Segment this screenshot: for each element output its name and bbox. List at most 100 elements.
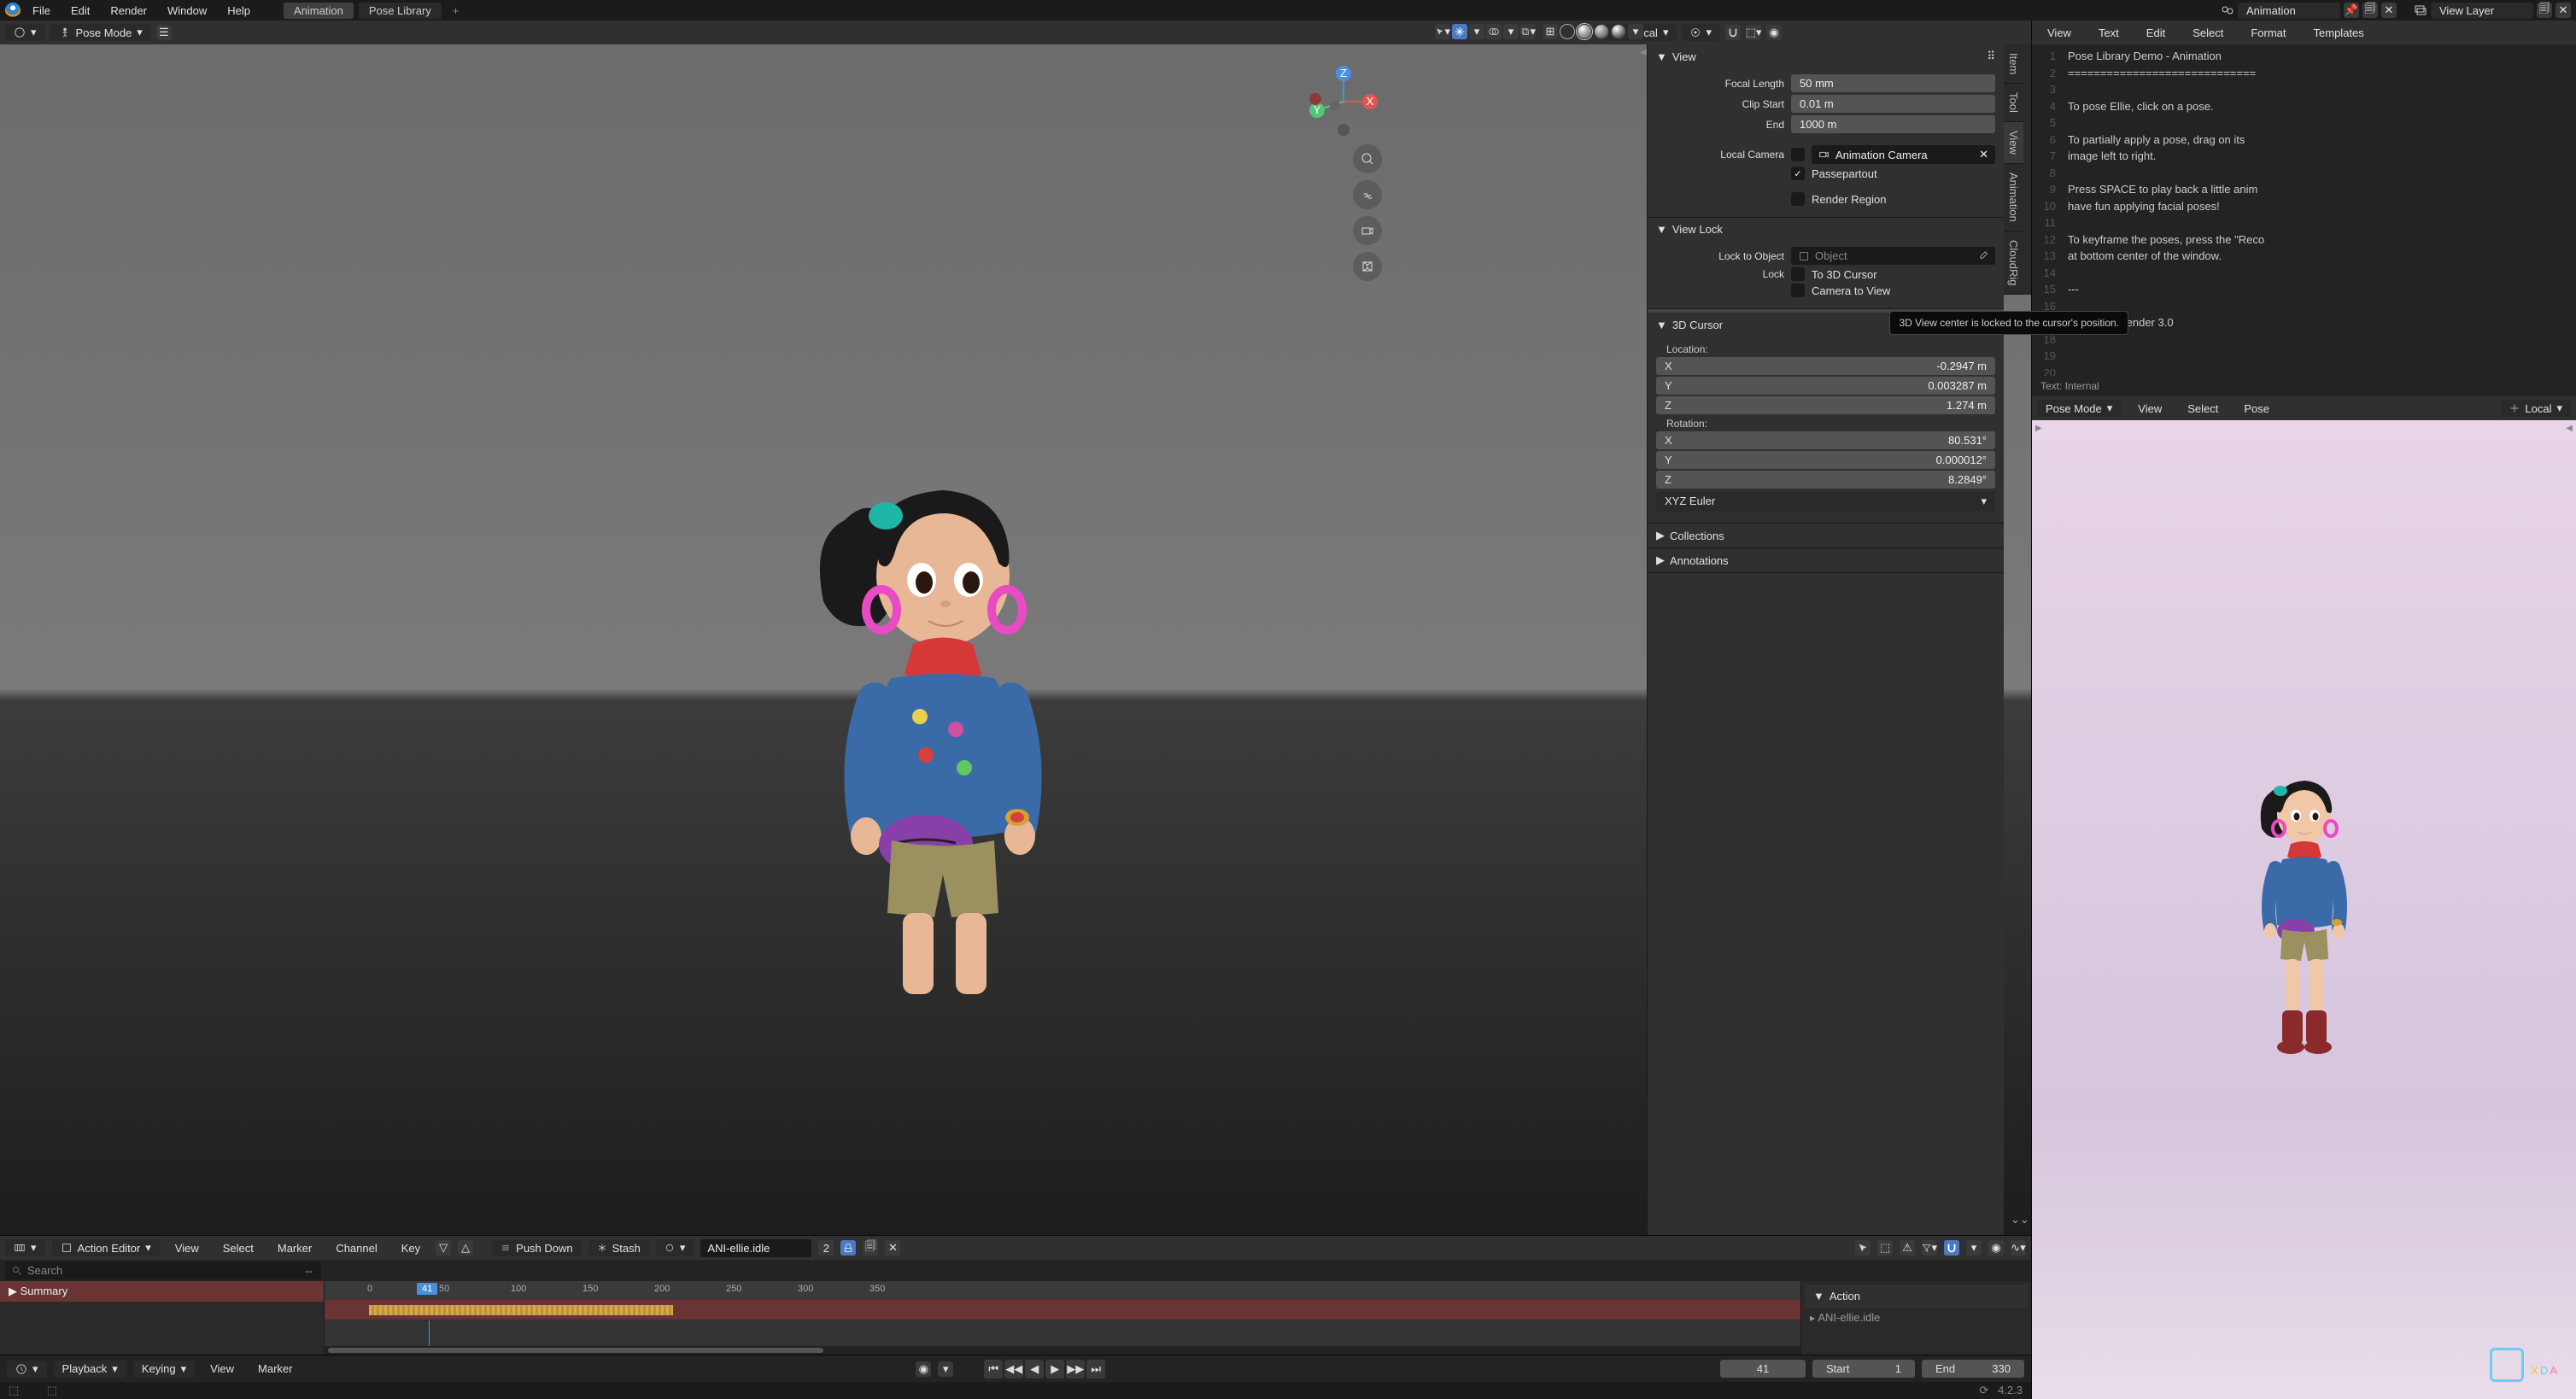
cursor-x-field[interactable]: X-0.2947 m xyxy=(1656,357,1995,375)
playbar-view[interactable]: View xyxy=(202,1361,243,1377)
cam-to-view-check[interactable] xyxy=(1791,284,1805,297)
gizmo-toggle[interactable]: ▾ xyxy=(1435,24,1450,39)
playback-popover[interactable]: Playback ▾ xyxy=(54,1361,126,1378)
rotation-mode-field[interactable]: XYZ Euler▾ xyxy=(1656,491,1995,512)
filter-icon[interactable]: ▾ xyxy=(1922,1240,1937,1256)
nav-gizmo[interactable]: Z Y X xyxy=(1305,63,1382,140)
summary-keys-row[interactable] xyxy=(325,1300,1800,1320)
panel-collections-header[interactable]: ▶ Collections xyxy=(1648,524,2004,547)
clear-icon[interactable]: ✕ xyxy=(1979,148,1988,161)
auto-keying-options[interactable]: ▾ xyxy=(938,1361,953,1377)
panel-viewlock-header[interactable]: ▼ View Lock xyxy=(1648,218,2004,241)
code-area[interactable]: Pose Library Demo - Animation===========… xyxy=(2063,44,2576,376)
preview-menu-select[interactable]: Select xyxy=(2179,401,2227,417)
dope-menu-view[interactable]: View xyxy=(167,1240,208,1256)
next-key-icon[interactable]: ▶▶ xyxy=(1066,1360,1085,1379)
text-menu-text[interactable]: Text xyxy=(2090,25,2128,41)
warning-icon[interactable]: ⚠ xyxy=(1900,1240,1915,1256)
cursor-z-field[interactable]: Z1.274 m xyxy=(1656,396,1995,414)
cursor-y-field[interactable]: Y0.003287 m xyxy=(1656,377,1995,395)
panel-view-header[interactable]: ▼ View⠿ xyxy=(1648,44,2004,68)
hamburger-icon[interactable]: ☰ xyxy=(156,25,172,40)
gizmo-dropdown[interactable]: ▾ xyxy=(1469,24,1484,39)
delete-scene-icon[interactable]: ✕ xyxy=(2381,3,2397,18)
mode-selector[interactable]: Pose Mode ▾ xyxy=(50,24,151,41)
auto-keying-toggle[interactable]: ◉ xyxy=(916,1361,931,1377)
dope-mode-selector[interactable]: Action Editor ▾ xyxy=(52,1239,160,1256)
clip-start-field[interactable]: 0.01 m xyxy=(1791,95,1995,113)
viewlayer-icon[interactable] xyxy=(2414,3,2427,17)
local-camera-check[interactable] xyxy=(1791,148,1805,161)
collapse-right-icon[interactable]: ◀ xyxy=(2566,424,2573,433)
action-users[interactable]: 2 xyxy=(818,1240,834,1256)
overlay-toggle[interactable] xyxy=(1486,24,1502,39)
curve-dope-icon[interactable]: ∿▾ xyxy=(2011,1240,2026,1256)
action-item[interactable]: ▸ ANI-ellie.idle xyxy=(1805,1308,2028,1327)
camera-view-icon[interactable] xyxy=(1353,216,1382,245)
preview-viewport[interactable]: ▶ ◀ xyxy=(2032,420,2576,1399)
n-tab-cloudrig[interactable]: CloudRig xyxy=(2004,231,2023,295)
shading-solid[interactable] xyxy=(1577,24,1592,39)
text-menu-select[interactable]: Select xyxy=(2184,25,2232,41)
action-name-field[interactable]: ANI-ellie.idle xyxy=(700,1239,811,1257)
snap-options[interactable]: ⬚▾ xyxy=(1746,25,1761,40)
cursor-rz-field[interactable]: Z8.2849° xyxy=(1656,471,1995,489)
overlay-dropdown[interactable]: ▾ xyxy=(1503,24,1519,39)
play-reverse-icon[interactable]: ◀ xyxy=(1025,1360,1044,1379)
viewlayer-field[interactable]: View Layer xyxy=(2431,3,2533,19)
clip-end-field[interactable]: 1000 m xyxy=(1791,115,1995,133)
preview-mode[interactable]: Pose Mode ▾ xyxy=(2037,400,2121,417)
keyframes-strip[interactable] xyxy=(369,1305,673,1315)
snap-toggle[interactable] xyxy=(1725,25,1741,40)
focal-length-field[interactable]: 50 mm xyxy=(1791,74,1995,92)
filter1-icon[interactable]: ▽ xyxy=(436,1240,451,1256)
workspace-add-button[interactable]: + xyxy=(446,3,466,19)
timeline-editor-icon[interactable]: ▾ xyxy=(7,1361,47,1378)
shading-rendered[interactable] xyxy=(1611,24,1626,39)
shading-dropdown[interactable]: ▾ xyxy=(1628,24,1643,39)
gizmo-visibility[interactable] xyxy=(1452,24,1467,39)
dope-timeline[interactable]: 0 41 50 100 150 200 250 300 350 xyxy=(325,1281,1800,1355)
prev-key-icon[interactable]: ◀◀ xyxy=(1004,1360,1023,1379)
scene-icon[interactable] xyxy=(2221,3,2234,17)
eyedropper-icon[interactable] xyxy=(1978,251,1988,261)
grip-icon[interactable]: ⠿ xyxy=(1987,50,1995,63)
box-select-icon[interactable]: ⬚ xyxy=(1877,1240,1893,1256)
shading-material[interactable] xyxy=(1594,24,1609,39)
shading-wireframe[interactable] xyxy=(1560,24,1575,39)
n-tab-animation[interactable]: Animation xyxy=(2004,164,2023,231)
stash-button[interactable]: Stash xyxy=(588,1240,649,1256)
lock-3dcursor-check[interactable] xyxy=(1791,267,1805,281)
push-down-button[interactable]: Push Down xyxy=(492,1240,581,1256)
action-browse[interactable]: ▾ xyxy=(656,1239,694,1256)
end-frame-field[interactable]: End330 xyxy=(1922,1360,2024,1378)
jump-end-icon[interactable]: ⏭ xyxy=(1086,1360,1105,1379)
menu-window[interactable]: Window xyxy=(159,3,215,19)
play-icon[interactable]: ▶ xyxy=(1045,1360,1064,1379)
n-tab-tool[interactable]: Tool xyxy=(2004,84,2023,122)
unlink-action-icon[interactable]: ✕ xyxy=(885,1240,900,1256)
proportional-dope[interactable]: ◉ xyxy=(1988,1240,2004,1256)
pin-icon[interactable]: 📌 xyxy=(2344,3,2359,18)
preview-menu-view[interactable]: View xyxy=(2129,401,2170,417)
menu-render[interactable]: Render xyxy=(102,3,155,19)
cursor-rx-field[interactable]: X80.531° xyxy=(1656,431,1995,449)
perspective-toggle-icon[interactable] xyxy=(1353,252,1382,281)
frame-ruler[interactable]: 0 41 50 100 150 200 250 300 350 xyxy=(325,1281,1800,1300)
panel-annotations-header[interactable]: ▶ Annotations xyxy=(1648,548,2004,572)
start-frame-field[interactable]: Start1 xyxy=(1812,1360,1915,1378)
n-tab-item[interactable]: Item xyxy=(2004,44,2023,84)
preview-menu-pose[interactable]: Pose xyxy=(2235,401,2278,417)
n-tab-view[interactable]: View xyxy=(2004,122,2023,164)
lock-object-field[interactable]: Object xyxy=(1791,247,1995,265)
dope-menu-key[interactable]: Key xyxy=(393,1240,429,1256)
xray-toggle[interactable]: ▾ xyxy=(1520,24,1536,39)
delete-viewlayer-icon[interactable]: ✕ xyxy=(2556,3,2571,18)
menu-edit[interactable]: Edit xyxy=(62,3,98,19)
playhead[interactable]: 41 xyxy=(417,1283,437,1295)
text-menu-view[interactable]: View xyxy=(2039,25,2080,41)
text-menu-templates[interactable]: Templates xyxy=(2305,25,2373,41)
dope-editor-type[interactable]: ▾ xyxy=(5,1239,45,1256)
passepartout-check[interactable] xyxy=(1791,167,1805,180)
new-viewlayer-icon[interactable]: 🗐 xyxy=(2537,3,2552,18)
